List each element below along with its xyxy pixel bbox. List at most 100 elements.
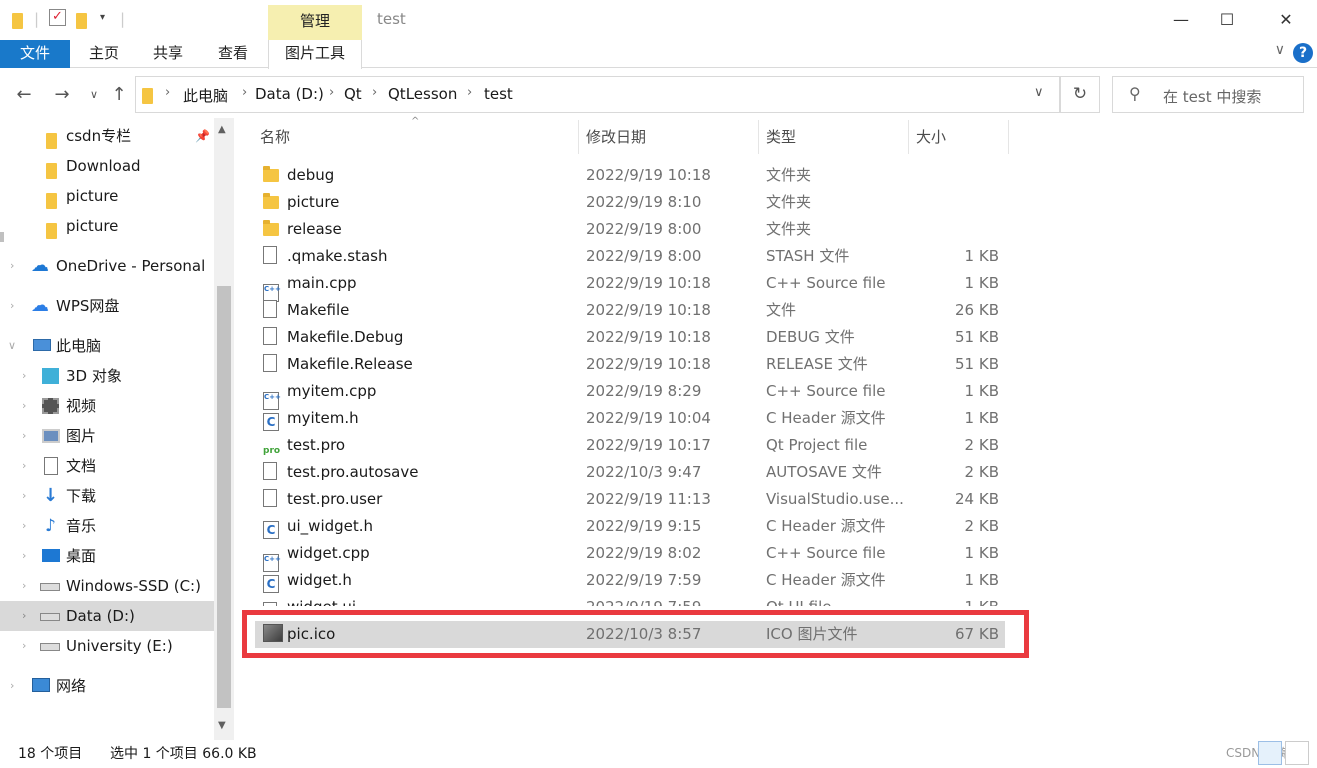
sidebar-item-this-pc[interactable]: ∨ 此电脑: [0, 331, 214, 361]
sidebar-item-music[interactable]: › ♪ 音乐: [0, 511, 214, 541]
chevron-right-icon[interactable]: ›: [22, 511, 26, 541]
sidebar-item-network[interactable]: › 网络: [0, 671, 214, 701]
sidebar-item-drive-e[interactable]: › University (E:): [0, 631, 214, 661]
table-row[interactable]: Cwidget.h 2022/9/19 7:59 C Header 源文件 1 KB: [255, 567, 1005, 594]
chevron-right-icon[interactable]: ›: [22, 601, 26, 631]
column-divider[interactable]: [908, 120, 909, 154]
refresh-button[interactable]: ↻: [1060, 76, 1100, 113]
column-header-date[interactable]: 修改日期: [586, 118, 756, 154]
properties-icon[interactable]: ✓: [49, 9, 66, 26]
tab-share[interactable]: 共享: [148, 40, 188, 68]
large-icons-view-icon[interactable]: [1285, 741, 1309, 765]
crumb-data-d[interactable]: Data (D:): [255, 85, 324, 103]
column-header-size[interactable]: 大小: [916, 118, 1006, 154]
expand-ribbon-icon[interactable]: ∨: [1275, 42, 1285, 58]
sidebar-item-3d[interactable]: › 3D 对象: [0, 361, 214, 391]
search-input[interactable]: 在 test 中搜索: [1163, 86, 1261, 107]
chevron-right-icon[interactable]: ›: [372, 85, 377, 100]
chevron-right-icon[interactable]: ›: [22, 571, 26, 601]
table-row[interactable]: Makefile 2022/9/19 10:18 文件 26 KB: [255, 297, 1005, 324]
table-row[interactable]: pro test.pro 2022/9/19 10:17 Qt Project fil…: [255, 432, 1005, 459]
file-size: 1 KB: [964, 544, 999, 562]
chevron-right-icon[interactable]: ›: [329, 85, 334, 100]
chevron-right-icon[interactable]: ›: [22, 541, 26, 571]
close-button[interactable]: ✕: [1263, 6, 1309, 34]
address-bar[interactable]: › 此电脑 › Data (D:) › Qt › QtLesson › test…: [135, 76, 1060, 113]
table-row[interactable]: Cui_widget.h 2022/9/19 9:15 C Header 源文件 2 …: [255, 513, 1005, 540]
quick-access-dropdown-icon[interactable]: ▾: [100, 12, 105, 23]
chevron-right-icon[interactable]: ›: [467, 85, 472, 100]
sidebar-scrollbar[interactable]: ▲ ▼: [214, 118, 234, 740]
table-row[interactable]: Makefile.Release 2022/9/19 10:18 RELEASE 文…: [255, 351, 1005, 378]
new-folder-icon[interactable]: [76, 10, 87, 30]
chevron-right-icon[interactable]: ›: [22, 421, 26, 451]
scroll-up-icon[interactable]: ▲: [218, 124, 226, 135]
sidebar-item-download[interactable]: Download: [0, 151, 214, 181]
sidebar-item-drive-c[interactable]: › Windows-SSD (C:): [0, 571, 214, 601]
sidebar-item-picture[interactable]: picture: [0, 211, 214, 241]
up-button[interactable]: ↑: [107, 83, 131, 107]
table-row[interactable]: picture 2022/9/19 8:10 文件夹: [255, 189, 1005, 216]
minimize-button[interactable]: —: [1158, 6, 1204, 34]
tab-view[interactable]: 查看: [213, 40, 253, 68]
column-divider[interactable]: [578, 120, 579, 154]
table-row[interactable]: C++ myitem.cpp 2022/9/19 8:29 C++ Source fi…: [255, 378, 1005, 410]
sidebar-item-pictures[interactable]: › 图片: [0, 421, 214, 451]
chevron-right-icon[interactable]: ›: [22, 391, 26, 421]
chevron-right-icon[interactable]: ›: [22, 361, 26, 391]
sidebar-item-videos[interactable]: › 视频: [0, 391, 214, 421]
chevron-down-icon[interactable]: ∨: [8, 331, 16, 361]
sidebar-item-picture[interactable]: picture: [0, 181, 214, 211]
column-divider[interactable]: [1008, 120, 1009, 154]
column-header-type[interactable]: 类型: [766, 118, 906, 154]
sidebar-item-desktop[interactable]: › 桌面: [0, 541, 214, 571]
tab-home[interactable]: 主页: [84, 40, 124, 68]
table-row[interactable]: Cmyitem.h 2022/9/19 10:04 C Header 源文件 1 KB: [255, 405, 1005, 432]
table-row[interactable]: release 2022/9/19 8:00 文件夹: [255, 216, 1005, 243]
tab-picture-tools[interactable]: 图片工具: [268, 40, 362, 69]
crumb-qtlesson[interactable]: QtLesson: [388, 85, 457, 103]
table-row[interactable]: C++ widget.cpp 2022/9/19 8:02 C++ Source fi…: [255, 540, 1005, 572]
tab-file[interactable]: 文件: [0, 40, 70, 68]
chevron-right-icon[interactable]: ›: [242, 85, 247, 100]
chevron-right-icon[interactable]: ›: [10, 251, 14, 281]
column-divider[interactable]: [758, 120, 759, 154]
sidebar-item-documents[interactable]: › 文档: [0, 451, 214, 481]
3d-objects-icon: [42, 368, 59, 384]
maximize-button[interactable]: ☐: [1204, 6, 1250, 34]
chevron-right-icon[interactable]: ›: [22, 481, 26, 511]
table-row[interactable]: Makefile.Debug 2022/9/19 10:18 DEBUG 文件 51 …: [255, 324, 1005, 351]
chevron-right-icon[interactable]: ›: [165, 85, 170, 100]
table-row[interactable]: debug 2022/9/19 10:18 文件夹: [255, 162, 1005, 189]
sidebar-item-drive-d[interactable]: › Data (D:): [0, 601, 214, 631]
sidebar-item-onedrive[interactable]: › ☁ OneDrive - Personal: [0, 251, 214, 281]
address-dropdown-icon[interactable]: ∨: [1034, 85, 1044, 100]
crumb-test[interactable]: test: [484, 85, 513, 103]
chevron-right-icon[interactable]: ›: [22, 631, 26, 661]
table-row[interactable]: test.pro.user 2022/9/19 11:13 VisualStudio…: [255, 486, 1005, 513]
recent-locations-icon[interactable]: ∨: [82, 83, 106, 107]
search-box[interactable]: ⚲ 在 test 中搜索: [1112, 76, 1304, 113]
crumb-this-pc[interactable]: 此电脑: [183, 85, 228, 106]
pin-icon[interactable]: 📌: [195, 121, 210, 151]
table-row[interactable]: .qmake.stash 2022/9/19 8:00 STASH 文件 1 KB: [255, 243, 1005, 270]
scrollbar-thumb[interactable]: [217, 286, 231, 708]
sidebar-item-csdn[interactable]: csdn专栏 📌: [0, 121, 214, 151]
chevron-right-icon[interactable]: ›: [10, 671, 14, 701]
sidebar-item-wps[interactable]: › ☁ WPS网盘: [0, 291, 214, 321]
chevron-right-icon[interactable]: ›: [22, 451, 26, 481]
scroll-down-icon[interactable]: ▼: [218, 720, 226, 731]
sidebar-item-downloads[interactable]: › ↓ 下载: [0, 481, 214, 511]
back-button[interactable]: ←: [12, 83, 36, 107]
chevron-right-icon[interactable]: ›: [10, 291, 14, 321]
table-row[interactable]: test.pro.autosave 2022/10/3 9:47 AUTOSAVE …: [255, 459, 1005, 486]
crumb-qt[interactable]: Qt: [344, 85, 362, 103]
column-header-name[interactable]: 名称: [260, 118, 578, 154]
sidebar-item-label: 文档: [66, 457, 97, 475]
table-row[interactable]: ui widget.ui 2022/9/19 7:59 Qt UI file 1 KB: [255, 594, 1005, 606]
table-row[interactable]: C++ main.cpp 2022/9/19 10:18 C++ Source fil…: [255, 270, 1005, 302]
file-date: 2022/10/3 9:47: [586, 463, 702, 481]
details-view-icon[interactable]: [1258, 741, 1282, 765]
help-icon[interactable]: ?: [1293, 43, 1313, 63]
forward-button[interactable]: →: [50, 83, 74, 107]
